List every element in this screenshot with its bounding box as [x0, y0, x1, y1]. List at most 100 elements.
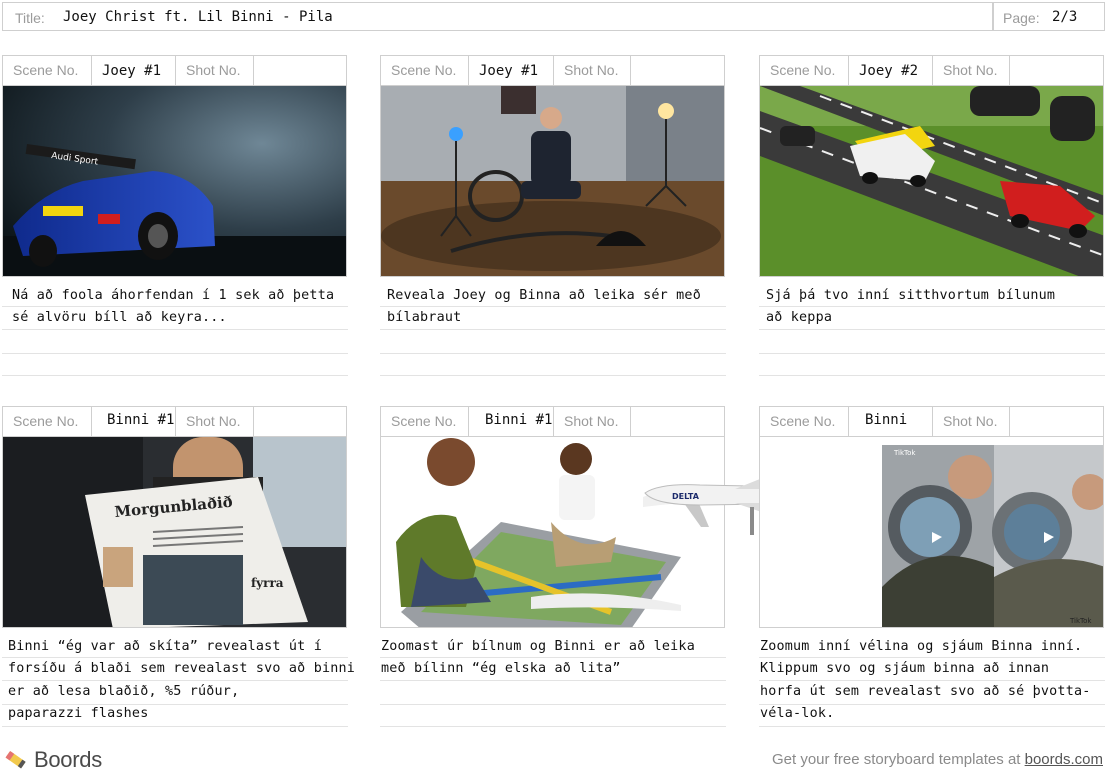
note-rule [759, 704, 1105, 705]
scene-number[interactable]: Binni #1 [469, 407, 554, 436]
note-line-2: með bílinn “ég elska að lita” [381, 661, 621, 676]
note-rule [759, 680, 1105, 681]
scene-label: Scene No. [381, 56, 469, 85]
note-line-2: bílabraut [387, 310, 462, 325]
note-rule [2, 353, 348, 354]
panel-image[interactable]: Morgunblaðið fyrra [2, 436, 347, 628]
note-rule [380, 375, 726, 376]
scene-label: Scene No. [760, 56, 849, 85]
panel-tabbar: Scene No. Joey #1 Shot No. [2, 55, 347, 85]
scene-number-value: Joey #1 [479, 63, 539, 79]
shot-label: Shot No. [176, 407, 254, 436]
slot-car-track-photo [760, 86, 1103, 276]
panel-tabbar: Scene No. Binni #2 Shot No. [759, 406, 1104, 458]
panel-tabbar: Scene No. Binni #1 Shot No. [380, 406, 725, 436]
airplane-brand-text: DELTA [672, 492, 700, 501]
note-rule [2, 329, 348, 330]
note-line-4: paparazzi flashes [8, 706, 149, 721]
note-rule [759, 657, 1105, 658]
scene-number-value: Binni #1 [485, 412, 553, 428]
note-rule [380, 306, 726, 307]
panel-image[interactable] [759, 85, 1104, 277]
shot-label: Shot No. [933, 56, 1010, 85]
panel-image[interactable]: Audi Sport [2, 85, 347, 277]
scene-number-value: Joey #1 [102, 63, 162, 79]
shot-label: Shot No. [933, 407, 1010, 436]
note-rule [380, 680, 726, 681]
scene-number[interactable]: Binni #2 [849, 407, 933, 458]
note-rule [380, 657, 726, 658]
note-rule [380, 353, 726, 354]
boords-link[interactable]: boords.com [1025, 751, 1103, 768]
note-line-1: Ná að foola áhorfendan í 1 sek að þetta [12, 288, 335, 303]
scene-number[interactable]: Joey #1 [469, 56, 554, 85]
page-label: Page: [1003, 10, 1040, 26]
scene-number-value: Joey #2 [859, 63, 919, 79]
panel-image[interactable] [380, 85, 725, 277]
scene-label: Scene No. [760, 407, 849, 436]
scene-number[interactable]: Binni #1 [92, 407, 176, 436]
panel-image[interactable]: TikTok TikTok [759, 436, 1104, 628]
title-value[interactable]: Joey Christ ft. Lil Binni - Pila [63, 9, 333, 25]
note-rule [759, 353, 1105, 354]
storyboard-panel-6: Scene No. Binni #2 Shot No. TikTok TikTo… [759, 406, 1105, 727]
title-bar: Title: Joey Christ ft. Lil Binni - Pila … [2, 2, 1105, 31]
scene-label: Scene No. [3, 407, 92, 436]
note-rule [759, 306, 1105, 307]
newspaper-headline: fyrra [251, 576, 284, 590]
note-line-2: Klippum svo og sjáum binna að innan [760, 661, 1050, 676]
note-line-1: Sjá þá tvo inní sitthvortum bílunum [766, 288, 1056, 303]
note-rule [2, 726, 348, 727]
storyboard-panel-4: Scene No. Binni #1 Shot No. Morgunblaðið… [2, 406, 355, 727]
tiktok-label-1: TikTok [893, 449, 916, 457]
newspaper-photo: Morgunblaðið fyrra [3, 437, 346, 627]
note-line-2: forsíðu á blaði sem revealast svo að bin… [8, 661, 355, 676]
note-line-1: Reveala Joey og Binna að leika sér með [387, 288, 701, 303]
note-line-1: Zoomast úr bílnum og Binni er að leika [381, 639, 695, 654]
rally-car-photo: Audi Sport [3, 86, 346, 276]
panel-tabbar: Scene No. Binni #1 Shot No. [2, 406, 347, 436]
living-room-photo [381, 86, 724, 276]
footer-tagline-text: Get your free storyboard templates at [772, 751, 1025, 768]
scene-label: Scene No. [3, 56, 92, 85]
note-line-2: að keppa [766, 310, 833, 325]
note-line-1: Binni “ég var að skíta” revealast út í [8, 639, 322, 654]
note-line-3: horfa út sem revealast svo að sé þvotta- [760, 684, 1091, 699]
tiktok-label-2: TikTok [1069, 617, 1092, 625]
pencil-icon [5, 750, 26, 769]
note-rule [759, 726, 1105, 727]
storyboard-panel-3: Scene No. Joey #2 Shot No. Sjá þá tvo in… [759, 55, 1105, 376]
note-line-4: véla-lok. [760, 706, 835, 721]
shot-label: Shot No. [176, 56, 254, 85]
scene-number[interactable]: Joey #2 [849, 56, 933, 85]
storyboard-panel-1: Scene No. Joey #1 Shot No. Audi Sport Ná… [2, 55, 348, 376]
boords-logo[interactable]: Boords [4, 747, 102, 772]
note-rule [2, 680, 348, 681]
scene-number[interactable]: Joey #1 [92, 56, 176, 85]
scene-label: Scene No. [381, 407, 469, 436]
note-rule [2, 375, 348, 376]
brand-name: Boords [34, 747, 102, 772]
note-rule [380, 726, 726, 727]
shot-label: Shot No. [554, 407, 631, 436]
note-rule [2, 306, 348, 307]
note-rule [2, 657, 348, 658]
page-value[interactable]: 2/3 [1052, 9, 1077, 25]
panel-tabbar: Scene No. Joey #1 Shot No. [380, 55, 725, 85]
note-rule [759, 375, 1105, 376]
footer-tagline: Get your free storyboard templates at bo… [772, 751, 1103, 768]
note-line-2: sé alvöru bíll að keyra... [12, 310, 227, 325]
header-divider [992, 3, 994, 30]
washing-machine-tiktok-photo: TikTok TikTok [760, 437, 1103, 627]
panel-tabbar: Scene No. Joey #2 Shot No. [759, 55, 1104, 85]
note-rule [2, 704, 348, 705]
note-line-3: er að lesa blaðið, %5 rúður, [8, 684, 240, 699]
note-rule [380, 704, 726, 705]
title-label: Title: [15, 10, 45, 26]
scene-number-value: Binni #1 [107, 412, 175, 428]
note-line-1: Zoomum inní vélina og sjáum Binna inní. [760, 639, 1083, 654]
note-rule [380, 329, 726, 330]
note-rule [759, 329, 1105, 330]
storyboard-panel-2: Scene No. Joey #1 Shot No. Reveala Joey … [380, 55, 726, 376]
shot-label: Shot No. [554, 56, 631, 85]
